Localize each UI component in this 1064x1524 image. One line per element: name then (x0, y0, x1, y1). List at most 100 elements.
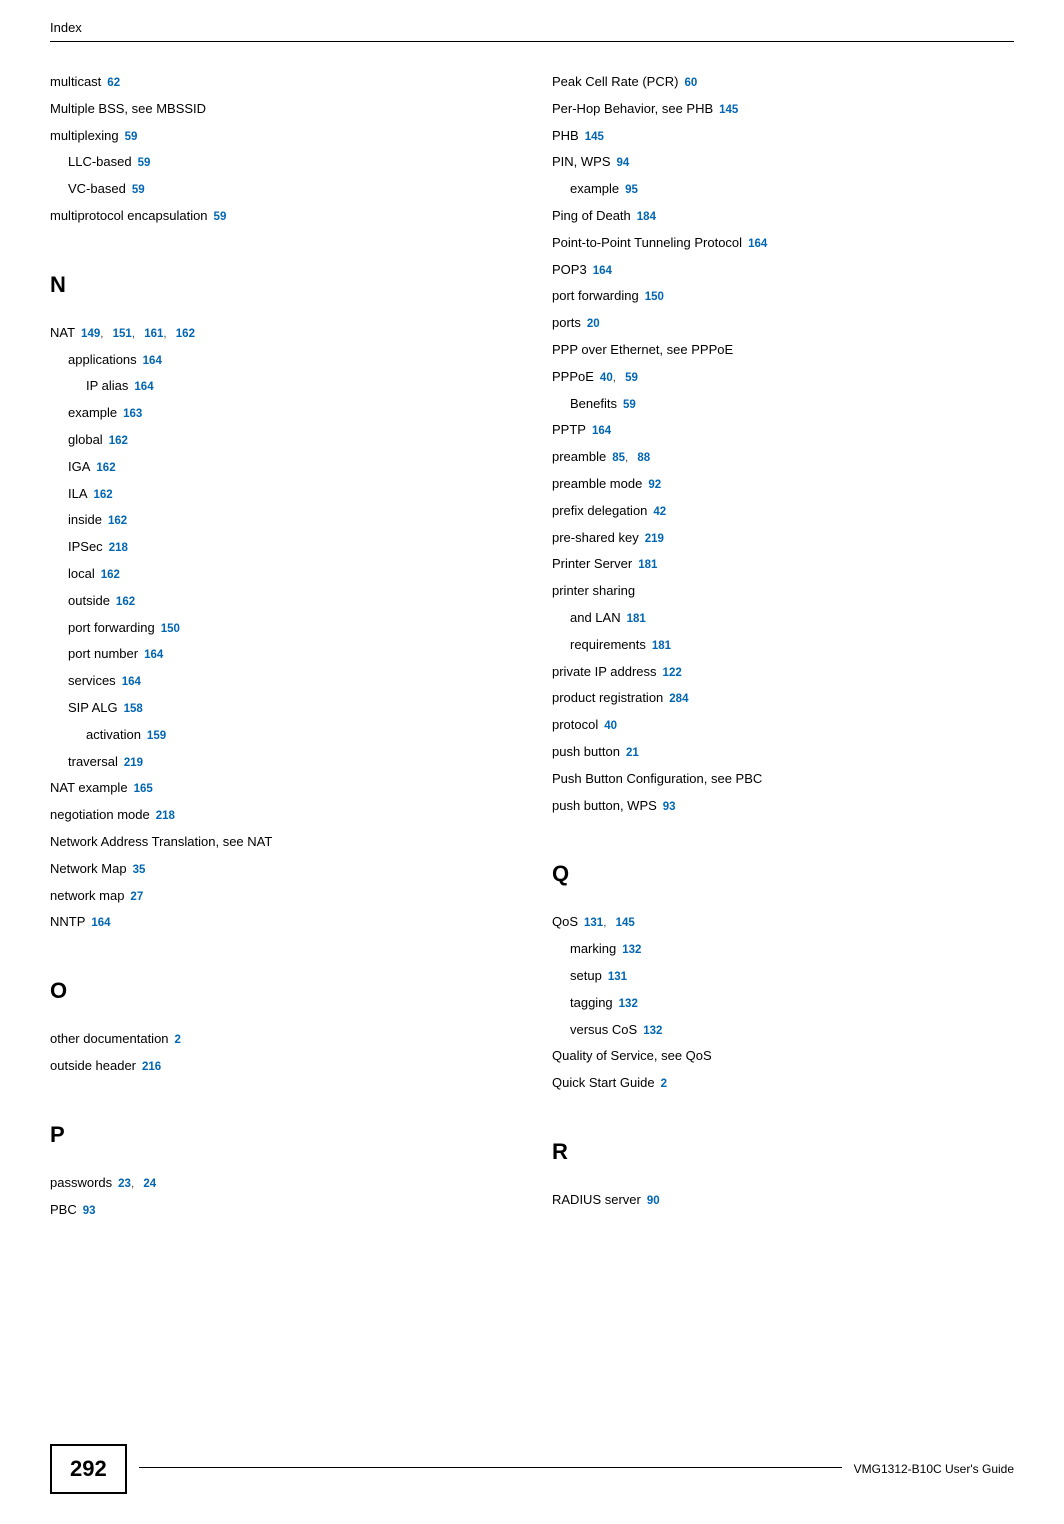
entry-text: Network Map (50, 861, 127, 876)
entry-text: PPP over Ethernet, see PPPoE (552, 342, 733, 357)
entry-text: tagging (570, 995, 613, 1010)
page-reference[interactable]: 59 (623, 399, 636, 411)
page-reference[interactable]: 35 (133, 864, 146, 876)
page-reference[interactable]: 42 (653, 506, 666, 518)
page-reference[interactable]: 164 (91, 917, 110, 929)
page-reference[interactable]: 131 (584, 917, 603, 929)
entry-text: other documentation (50, 1031, 169, 1046)
guide-name: VMG1312-B10C User's Guide (854, 1462, 1014, 1476)
page-reference[interactable]: 132 (619, 998, 638, 1010)
index-entry: network map 27 (50, 886, 512, 907)
index-entry: VC-based59 (68, 179, 512, 200)
index-entry: pre-shared key219 (552, 528, 1014, 549)
entry-text: Quality of Service, see QoS (552, 1048, 712, 1063)
page-reference[interactable]: 158 (124, 703, 143, 715)
page-reference[interactable]: 151 (113, 328, 132, 340)
page-reference[interactable]: 284 (669, 693, 688, 705)
entry-text: negotiation mode (50, 807, 150, 822)
page-reference[interactable]: 93 (663, 801, 676, 813)
page-reference[interactable]: 162 (108, 515, 127, 527)
page-reference[interactable]: 94 (617, 157, 630, 169)
page-reference[interactable]: 162 (101, 569, 120, 581)
page-reference[interactable]: 145 (585, 131, 604, 143)
index-entry: Quality of Service, see QoS (552, 1046, 1014, 1067)
page-reference[interactable]: 122 (663, 667, 682, 679)
page-reference[interactable]: 162 (94, 489, 113, 501)
page-reference[interactable]: 145 (616, 917, 635, 929)
page-reference[interactable]: 40 (604, 720, 617, 732)
page-reference[interactable]: 92 (648, 479, 661, 491)
page-reference[interactable]: 163 (123, 408, 142, 420)
index-entry: Point-to-Point Tunneling Protocol164 (552, 233, 1014, 254)
index-entry: global162 (68, 430, 512, 451)
page-reference[interactable]: 149 (81, 328, 100, 340)
page-reference[interactable]: 59 (125, 131, 138, 143)
page-reference[interactable]: 164 (593, 265, 612, 277)
page-reference[interactable]: 88 (637, 452, 650, 464)
section-letter: R (552, 1139, 1014, 1165)
page-reference[interactable]: 218 (156, 810, 175, 822)
page-reference[interactable]: 62 (107, 77, 120, 89)
page-reference[interactable]: 164 (134, 381, 153, 393)
page-reference[interactable]: 164 (143, 355, 162, 367)
page-reference[interactable]: 165 (134, 783, 153, 795)
page-reference[interactable]: 219 (124, 757, 143, 769)
page-reference[interactable]: 145 (719, 104, 738, 116)
page-reference[interactable]: 24 (143, 1178, 156, 1190)
index-entry: negotiation mode 218 (50, 805, 512, 826)
page-reference[interactable]: 164 (122, 676, 141, 688)
page-reference[interactable]: 159 (147, 730, 166, 742)
page-reference[interactable]: 164 (592, 425, 611, 437)
page-reference[interactable]: 132 (622, 944, 641, 956)
page-reference[interactable]: 131 (608, 971, 627, 983)
page-reference[interactable]: 150 (645, 291, 664, 303)
page-reference[interactable]: 162 (116, 596, 135, 608)
page-reference[interactable]: 161 (144, 328, 163, 340)
section-letter: Q (552, 861, 1014, 887)
entry-text: printer sharing (552, 583, 635, 598)
page-reference[interactable]: 95 (625, 184, 638, 196)
page-reference[interactable]: 162 (176, 328, 195, 340)
page-reference[interactable]: 164 (748, 238, 767, 250)
page-reference[interactable]: 2 (175, 1034, 181, 1046)
page-reference[interactable]: 132 (643, 1025, 662, 1037)
page-reference[interactable]: 184 (637, 211, 656, 223)
page-reference[interactable]: 20 (587, 318, 600, 330)
entry-text: product registration (552, 690, 663, 705)
page-reference[interactable]: 90 (647, 1195, 660, 1207)
page-reference[interactable]: 93 (83, 1205, 96, 1217)
page-reference[interactable]: 59 (138, 157, 151, 169)
page-reference[interactable]: 85 (612, 452, 625, 464)
index-entry: private IP address122 (552, 662, 1014, 683)
index-entry: NNTP 164 (50, 912, 512, 933)
page-reference[interactable]: 21 (626, 747, 639, 759)
entry-text: SIP ALG (68, 700, 118, 715)
page-reference[interactable]: 162 (109, 435, 128, 447)
page-reference[interactable]: 2 (661, 1078, 667, 1090)
index-entry: tagging 132 (570, 993, 1014, 1014)
entry-text: NNTP (50, 914, 85, 929)
page-reference[interactable]: 60 (684, 77, 697, 89)
entry-text: network map (50, 888, 124, 903)
page-reference[interactable]: 181 (638, 559, 657, 571)
page-reference[interactable]: 40 (600, 372, 613, 384)
index-entry: requirements181 (570, 635, 1014, 656)
index-entry: PPP over Ethernet, see PPPoE (552, 340, 1014, 361)
page-reference[interactable]: 164 (144, 649, 163, 661)
page-reference[interactable]: 218 (109, 542, 128, 554)
page-reference[interactable]: 162 (96, 462, 115, 474)
entry-text: activation (86, 727, 141, 742)
entry-text: Per-Hop Behavior, see PHB (552, 101, 713, 116)
page-reference[interactable]: 23 (118, 1178, 131, 1190)
index-entry: applications164 (68, 350, 512, 371)
page-reference[interactable]: 59 (214, 211, 227, 223)
page-reference[interactable]: 181 (627, 613, 646, 625)
page-reference[interactable]: 181 (652, 640, 671, 652)
page-reference[interactable]: 59 (625, 372, 638, 384)
page-reference[interactable]: 216 (142, 1061, 161, 1073)
page-reference[interactable]: 150 (161, 623, 180, 635)
index-entry: preamble85, 88 (552, 447, 1014, 468)
page-reference[interactable]: 59 (132, 184, 145, 196)
page-reference[interactable]: 219 (645, 533, 664, 545)
page-reference[interactable]: 27 (130, 891, 143, 903)
